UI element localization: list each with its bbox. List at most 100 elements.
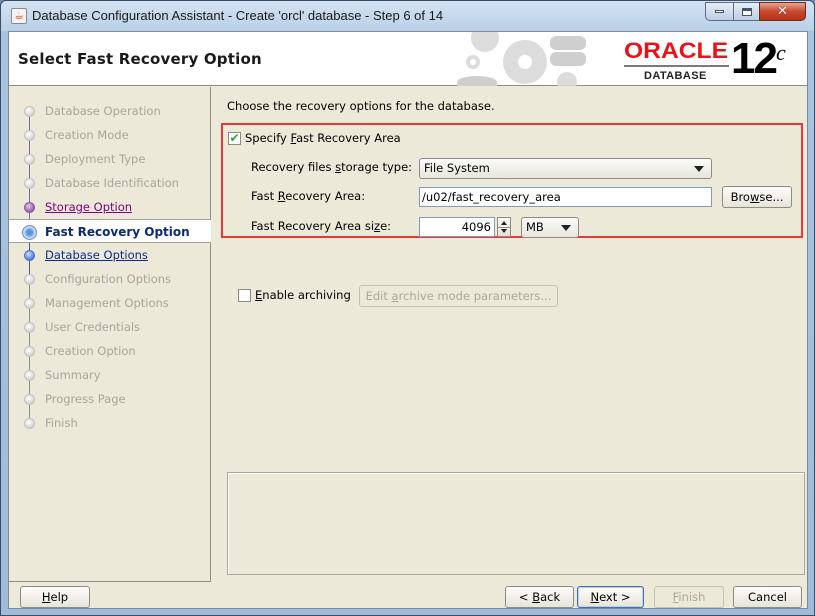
step-label: User Credentials — [45, 320, 141, 334]
fra-size-label: Fast Recovery Area size: — [251, 219, 391, 233]
cancel-button[interactable]: Cancel — [733, 586, 802, 608]
label-text: ecovery Area: — [285, 189, 366, 203]
step-label: Deployment Type — [45, 152, 146, 166]
sidebar-step-progress-page: Progress Page — [9, 387, 211, 411]
sidebar-step-configuration-options: Configuration Options — [9, 267, 211, 291]
chevron-down-icon — [694, 166, 704, 172]
header-banner: Select Fast Recovery Option ORACLE DATAB… — [9, 32, 807, 86]
step-label: Summary — [45, 368, 101, 382]
label-text: ack — [540, 590, 561, 604]
specify-fra-checkbox[interactable]: ✔ — [228, 132, 241, 145]
step-label: Database Identification — [45, 176, 179, 190]
version-suffix: c — [775, 40, 786, 65]
page-title: Select Fast Recovery Option — [18, 50, 262, 68]
label-text: Fast Recovery Area si — [251, 219, 375, 233]
step-label: Fast Recovery Option — [45, 225, 190, 239]
content-panel: Choose the recovery options for the data… — [221, 87, 809, 582]
step-indicator-icon — [24, 250, 35, 261]
sidebar-step-user-credentials: User Credentials — [9, 315, 211, 339]
specify-fra-label[interactable]: Specify Fast Recovery Area — [245, 131, 401, 145]
client-area: Select Fast Recovery Option ORACLE DATAB… — [8, 31, 808, 609]
step-indicator-icon — [24, 178, 35, 189]
label-text: e: — [380, 219, 392, 233]
label-text: elp — [50, 590, 69, 604]
mnemonic: N — [590, 590, 600, 604]
minimize-icon — [715, 10, 724, 13]
step-label: Creation Mode — [45, 128, 129, 142]
label-text: Recovery files — [251, 160, 336, 174]
fra-size-spinner[interactable] — [497, 217, 511, 237]
step-label: Creation Option — [45, 344, 136, 358]
spinner-divider — [498, 227, 510, 228]
close-icon: ✕ — [777, 4, 788, 19]
check-icon: ✔ — [229, 131, 240, 145]
steps-sidebar: Database Operation Creation Mode Deploymen… — [9, 87, 211, 582]
logo-divider — [624, 65, 729, 67]
step-label: Management Options — [45, 296, 169, 310]
close-button[interactable]: ✕ — [759, 2, 806, 21]
step-label: Progress Page — [45, 392, 126, 406]
sidebar-step-management-options: Management Options — [9, 291, 211, 315]
title-bar[interactable]: ☕ Database Configuration Assistant - Cre… — [1, 1, 814, 31]
step-label: Database Options — [45, 248, 148, 262]
maximize-button[interactable] — [733, 2, 759, 21]
sidebar-step-database-options[interactable]: Database Options — [9, 243, 211, 267]
step-indicator-icon — [24, 298, 35, 309]
sidebar-step-deployment-type: Deployment Type — [9, 147, 211, 171]
step-indicator-icon — [24, 202, 35, 213]
sidebar-step-storage-option[interactable]: Storage Option — [9, 195, 211, 219]
step-indicator-icon — [24, 106, 35, 117]
sidebar-step-creation-option: Creation Option — [9, 339, 211, 363]
browse-button[interactable]: Browse... — [722, 186, 792, 208]
storage-type-select[interactable]: File System — [419, 158, 712, 179]
step-label: Configuration Options — [45, 272, 172, 286]
window-controls: ✕ — [705, 2, 806, 21]
fra-size-input[interactable]: 4096 — [419, 217, 495, 237]
label-text: Bro — [730, 190, 750, 204]
label-text: nable archiving — [262, 288, 351, 302]
step-indicator-icon — [24, 322, 35, 333]
step-label: Storage Option — [45, 200, 133, 214]
mnemonic: H — [41, 590, 51, 604]
help-button[interactable]: Help — [20, 586, 90, 608]
step-label: Database Operation — [45, 104, 161, 118]
fra-highlight-box: ✔ Specify Fast Recovery Area Recovery fi… — [221, 123, 803, 238]
label-text: torage type: — [341, 160, 413, 174]
java-icon: ☕ — [11, 8, 27, 24]
step-indicator-icon — [24, 154, 35, 165]
mnemonic: B — [532, 590, 541, 604]
spinner-down-icon[interactable] — [501, 229, 507, 233]
label-text: inish — [678, 590, 706, 604]
fra-location-input[interactable]: /u02/fast_recovery_area — [419, 187, 712, 207]
label-text: Edit — [365, 289, 392, 303]
step-indicator-icon — [24, 370, 35, 381]
fra-size-unit-select[interactable]: MB — [521, 217, 579, 238]
version-number: 12 — [731, 34, 778, 83]
back-button[interactable]: < Back — [505, 586, 574, 608]
spinner-up-icon[interactable] — [501, 221, 507, 225]
label-text: < — [518, 590, 533, 604]
enable-archiving-checkbox[interactable] — [238, 289, 251, 302]
next-button[interactable]: Next > — [577, 586, 644, 608]
storage-type-label: Recovery files storage type: — [251, 160, 412, 174]
selected-value: File System — [424, 161, 490, 175]
chevron-down-icon — [561, 225, 571, 231]
step-list: Database Operation Creation Mode Deploymen… — [9, 99, 211, 435]
sidebar-step-fast-recovery-option[interactable]: Fast Recovery Option — [9, 219, 211, 243]
minimize-button[interactable] — [705, 2, 733, 21]
finish-button[interactable]: Finish — [654, 586, 724, 608]
label-text: ext > — [599, 590, 631, 604]
sidebar-step-finish: Finish — [9, 411, 211, 435]
window-title: Database Configuration Assistant - Creat… — [32, 8, 444, 23]
selected-value: MB — [526, 220, 544, 234]
sidebar-step-database-identification: Database Identification — [9, 171, 211, 195]
fra-location-label: Fast Recovery Area: — [251, 189, 365, 203]
label-text: Specify — [245, 131, 291, 145]
step-indicator-icon — [24, 418, 35, 429]
step-indicator-icon — [24, 274, 35, 285]
maximize-icon — [741, 7, 752, 16]
intro-text: Choose the recovery options for the data… — [227, 99, 495, 113]
step-indicator-icon — [24, 346, 35, 357]
enable-archiving-label[interactable]: Enable archiving — [255, 288, 351, 302]
edit-archive-params-button[interactable]: Edit archive mode parameters... — [359, 285, 558, 307]
